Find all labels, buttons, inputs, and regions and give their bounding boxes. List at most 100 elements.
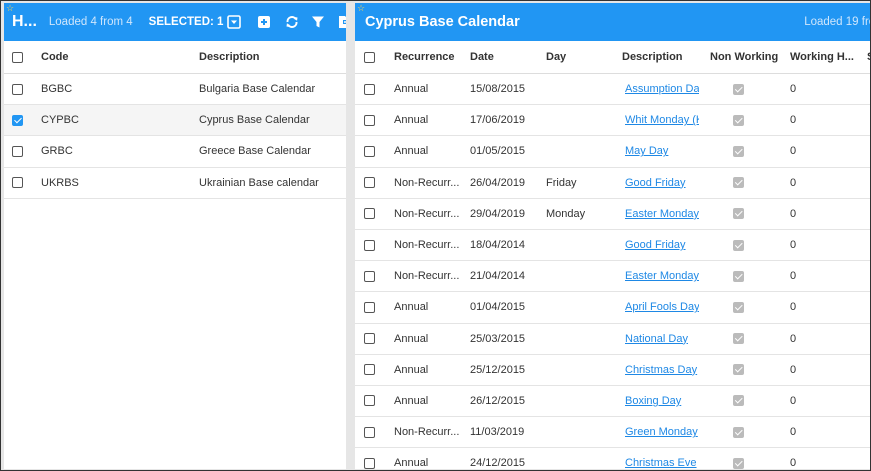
refresh-icon[interactable] <box>285 15 299 29</box>
cell-description: Greece Base Calendar <box>199 145 311 158</box>
table-row[interactable]: Annual 17/06/2019 Whit Monday (Kí 0 <box>355 105 870 137</box>
row-checkbox[interactable] <box>364 114 375 126</box>
row-checkbox[interactable] <box>364 395 375 407</box>
cell-recurrence: Annual <box>394 301 429 314</box>
loaded-count: Loaded 4 from 4 <box>48 16 133 28</box>
cell-recurrence: Non-Recurr... <box>394 176 460 189</box>
row-checkbox[interactable] <box>364 333 375 345</box>
row-checkbox[interactable] <box>364 270 375 282</box>
column-recurrence[interactable]: Recurrence <box>394 51 455 63</box>
cell-working-hours: 0 <box>790 239 797 252</box>
description-link[interactable]: Good Friday <box>625 177 686 189</box>
non-working-checkbox <box>733 83 744 95</box>
description-link[interactable]: Green Monday <box>625 426 698 438</box>
row-checkbox[interactable] <box>364 457 375 469</box>
table-row[interactable]: Non-Recurr... 18/04/2014 Good Friday 0 <box>355 230 870 262</box>
description-link[interactable]: Christmas Eve <box>625 457 697 469</box>
description-link[interactable]: April Fools Day <box>625 301 699 313</box>
non-working-checkbox <box>733 208 744 220</box>
select-all-checkbox[interactable] <box>364 51 375 63</box>
non-working-checkbox <box>733 395 744 407</box>
row-checkbox[interactable] <box>364 177 375 189</box>
table-row[interactable]: Annual 24/12/2015 Christmas Eve 0 <box>355 448 870 469</box>
table-row[interactable]: Annual 01/05/2015 May Day 0 <box>355 136 870 168</box>
cell-recurrence: Non-Recurr... <box>394 270 460 283</box>
cell-description: Easter Monday <box>625 208 699 220</box>
table-row[interactable]: Non-Recurr... 26/04/2019 Friday Good Friday… <box>355 168 870 199</box>
table-row[interactable]: Annual 26/12/2015 Boxing Day 0 <box>355 386 870 418</box>
row-checkbox[interactable] <box>364 145 375 157</box>
table-row[interactable]: Annual 15/08/2015 Assumption Day 0 <box>355 74 870 106</box>
cell-description: Assumption Day <box>625 83 699 95</box>
cell-working-hours: 0 <box>790 363 797 376</box>
cell-working-hours: 0 <box>790 83 797 96</box>
selected-label: SELECTED: 1 <box>148 16 224 28</box>
cell-description: Easter Monday <box>625 270 699 282</box>
description-link[interactable]: May Day <box>625 145 668 157</box>
cell-date: 24/12/2015 <box>470 457 526 469</box>
cell-working-hours: 0 <box>790 457 797 469</box>
description-link[interactable]: Whit Monday (Kí <box>625 114 699 126</box>
row-checkbox[interactable] <box>364 301 375 313</box>
cell-description: Good Friday <box>625 239 699 251</box>
cell-date: 15/08/2015 <box>470 83 526 96</box>
table-row[interactable]: UKRBS Ukrainian Base calendar <box>4 168 346 199</box>
holidays-header: ☆ Cyprus Base Calendar Loaded 19 fror <box>355 3 870 41</box>
table-row[interactable]: Non-Recurr... 29/04/2019 Monday Easter Mond… <box>355 199 870 230</box>
description-link[interactable]: Boxing Day <box>625 395 681 407</box>
table-row[interactable]: GRBC Greece Base Calendar <box>4 136 346 168</box>
select-all-checkbox[interactable] <box>12 51 23 63</box>
table-row[interactable]: BGBC Bulgaria Base Calendar <box>4 74 346 106</box>
row-checkbox[interactable] <box>12 177 23 189</box>
cell-working-hours: 0 <box>790 176 797 189</box>
cell-recurrence: Annual <box>394 394 429 407</box>
calendars-column-header: Code Description <box>4 41 346 74</box>
dropdown-icon[interactable] <box>227 15 242 29</box>
cell-description: Christmas Day <box>625 364 699 376</box>
column-day[interactable]: Day <box>546 51 566 63</box>
row-checkbox[interactable] <box>364 239 375 251</box>
description-link[interactable]: Easter Monday <box>625 208 699 220</box>
column-description[interactable]: Description <box>199 51 260 63</box>
description-link[interactable]: Christmas Day <box>625 364 697 376</box>
cell-working-hours: 0 <box>790 301 797 314</box>
selected-count[interactable]: SELECTED: 1 <box>149 15 242 29</box>
description-link[interactable]: Easter Monday <box>625 270 699 282</box>
column-extra[interactable]: S <box>867 51 870 63</box>
row-checkbox[interactable] <box>364 83 375 95</box>
column-description[interactable]: Description <box>622 51 683 63</box>
filter-icon[interactable] <box>311 15 325 29</box>
cell-description: Whit Monday (Kí <box>625 114 699 126</box>
add-icon[interactable] <box>257 15 271 29</box>
table-row[interactable]: Non-Recurr... 11/03/2019 Green Monday 0 <box>355 417 870 449</box>
non-working-checkbox <box>733 114 744 126</box>
column-date[interactable]: Date <box>470 51 494 63</box>
column-non-working[interactable]: Non Working <box>710 51 778 63</box>
calendars-header: ☆ H... Loaded 4 from 4 SELECTED: 1 <box>4 3 346 41</box>
cell-recurrence: Annual <box>394 457 429 469</box>
star-icon[interactable]: ☆ <box>6 4 14 13</box>
cell-code: GRBC <box>41 145 73 158</box>
export-icon[interactable] <box>337 15 346 29</box>
column-working-hours[interactable]: Working H... <box>790 51 854 63</box>
cell-date: 01/04/2015 <box>470 301 526 314</box>
table-row[interactable]: Annual 25/03/2015 National Day 0 <box>355 324 870 355</box>
table-row[interactable]: Annual 01/04/2015 April Fools Day 0 <box>355 292 870 324</box>
row-checkbox[interactable] <box>364 426 375 438</box>
row-checkbox[interactable] <box>12 83 23 95</box>
table-row[interactable]: Annual 25/12/2015 Christmas Day 0 <box>355 355 870 386</box>
description-link[interactable]: Assumption Day <box>625 83 699 95</box>
row-checkbox[interactable] <box>364 208 375 220</box>
row-checkbox[interactable] <box>12 145 23 157</box>
table-row[interactable]: CYPBC Cyprus Base Calendar <box>4 105 346 137</box>
row-checkbox[interactable] <box>364 364 375 376</box>
description-link[interactable]: Good Friday <box>625 239 686 251</box>
cell-working-hours: 0 <box>790 114 797 127</box>
cell-working-hours: 0 <box>790 207 797 220</box>
description-link[interactable]: National Day <box>625 333 688 345</box>
table-row[interactable]: Non-Recurr... 21/04/2014 Easter Monday 0 <box>355 261 870 293</box>
cell-date: 01/05/2015 <box>470 145 526 158</box>
star-icon[interactable]: ☆ <box>357 4 365 13</box>
column-code[interactable]: Code <box>41 51 69 63</box>
row-checkbox[interactable] <box>12 114 23 126</box>
